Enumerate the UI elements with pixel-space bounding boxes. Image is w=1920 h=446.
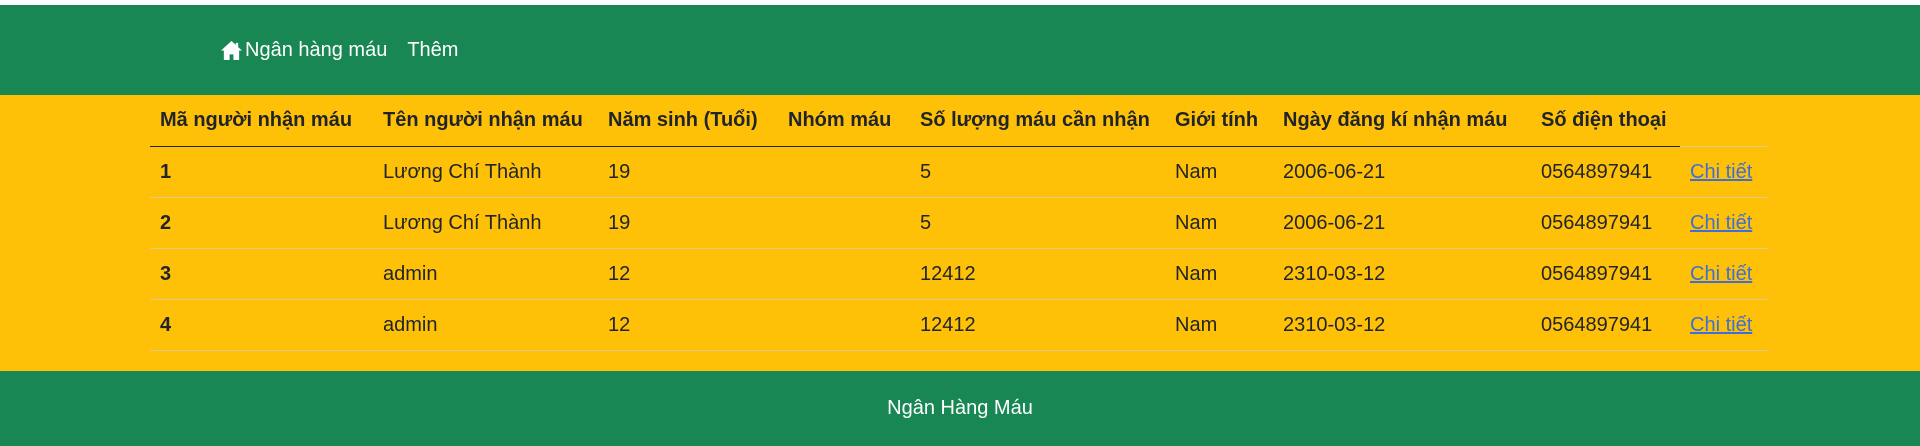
detail-link[interactable]: Chi tiết xyxy=(1690,314,1752,336)
cell-blood-type xyxy=(778,197,910,249)
detail-link[interactable]: Chi tiết xyxy=(1690,263,1752,285)
cell-name: admin xyxy=(373,299,598,351)
table-row: 3 admin 12 12412 Nam 2310-03-12 05648979… xyxy=(150,248,1769,300)
cell-id: 1 xyxy=(150,146,373,198)
cell-action: Chi tiết xyxy=(1680,248,1769,300)
header-blood-amount: Số lượng máu cần nhận xyxy=(910,95,1165,147)
main-content: Mã người nhận máu Tên người nhận máu Năm… xyxy=(0,95,1920,371)
cell-phone: 0564897941 xyxy=(1531,197,1680,249)
cell-age: 12 xyxy=(598,299,778,351)
detail-link[interactable]: Chi tiết xyxy=(1690,161,1752,183)
cell-amount: 5 xyxy=(910,146,1165,198)
recipients-table: Mã người nhận máu Tên người nhận máu Năm… xyxy=(150,95,1769,351)
cell-date: 2006-06-21 xyxy=(1273,197,1531,249)
home-icon xyxy=(220,40,243,61)
cell-gender: Nam xyxy=(1165,146,1273,198)
header-registration-date: Ngày đăng kí nhận máu xyxy=(1273,95,1531,147)
cell-name: Lương Chí Thành xyxy=(373,146,598,198)
home-link[interactable]: Ngân hàng máu xyxy=(220,39,387,62)
cell-action: Chi tiết xyxy=(1680,197,1769,249)
cell-gender: Nam xyxy=(1165,299,1273,351)
cell-gender: Nam xyxy=(1165,248,1273,300)
cell-id: 2 xyxy=(150,197,373,249)
navbar: Ngân hàng máu Thêm xyxy=(0,5,1920,95)
cell-age: 19 xyxy=(598,197,778,249)
cell-blood-type xyxy=(778,299,910,351)
table-row: 2 Lương Chí Thành 19 5 Nam 2006-06-21 05… xyxy=(150,197,1769,249)
footer: Ngân Hàng Máu xyxy=(0,371,1920,446)
cell-age: 12 xyxy=(598,248,778,300)
table-header-row: Mã người nhận máu Tên người nhận máu Năm… xyxy=(150,95,1769,147)
cell-name: admin xyxy=(373,248,598,300)
header-birth-year: Năm sinh (Tuổi) xyxy=(598,95,778,147)
cell-phone: 0564897941 xyxy=(1531,146,1680,198)
cell-blood-type xyxy=(778,146,910,198)
header-phone: Số điện thoại xyxy=(1531,95,1680,147)
cell-date: 2006-06-21 xyxy=(1273,146,1531,198)
cell-age: 19 xyxy=(598,146,778,198)
header-action xyxy=(1680,95,1769,147)
header-recipient-id: Mã người nhận máu xyxy=(150,95,373,147)
footer-text: Ngân Hàng Máu xyxy=(887,397,1033,419)
cell-blood-type xyxy=(778,248,910,300)
cell-gender: Nam xyxy=(1165,197,1273,249)
brand-label: Ngân hàng máu xyxy=(245,38,388,61)
cell-amount: 12412 xyxy=(910,248,1165,300)
cell-phone: 0564897941 xyxy=(1531,248,1680,300)
cell-phone: 0564897941 xyxy=(1531,299,1680,351)
cell-name: Lương Chí Thành xyxy=(373,197,598,249)
cell-amount: 5 xyxy=(910,197,1165,249)
header-blood-type: Nhóm máu xyxy=(778,95,910,147)
cell-amount: 12412 xyxy=(910,299,1165,351)
cell-date: 2310-03-12 xyxy=(1273,299,1531,351)
cell-id: 3 xyxy=(150,248,373,300)
cell-action: Chi tiết xyxy=(1680,299,1769,351)
table-row: 1 Lương Chí Thành 19 5 Nam 2006-06-21 05… xyxy=(150,146,1769,198)
cell-action: Chi tiết xyxy=(1680,146,1769,198)
cell-date: 2310-03-12 xyxy=(1273,248,1531,300)
header-gender: Giới tính xyxy=(1165,95,1273,147)
detail-link[interactable]: Chi tiết xyxy=(1690,212,1752,234)
more-menu-link[interactable]: Thêm xyxy=(407,39,458,62)
header-recipient-name: Tên người nhận máu xyxy=(373,95,598,147)
cell-id: 4 xyxy=(150,299,373,351)
table-row: 4 admin 12 12412 Nam 2310-03-12 05648979… xyxy=(150,299,1769,351)
